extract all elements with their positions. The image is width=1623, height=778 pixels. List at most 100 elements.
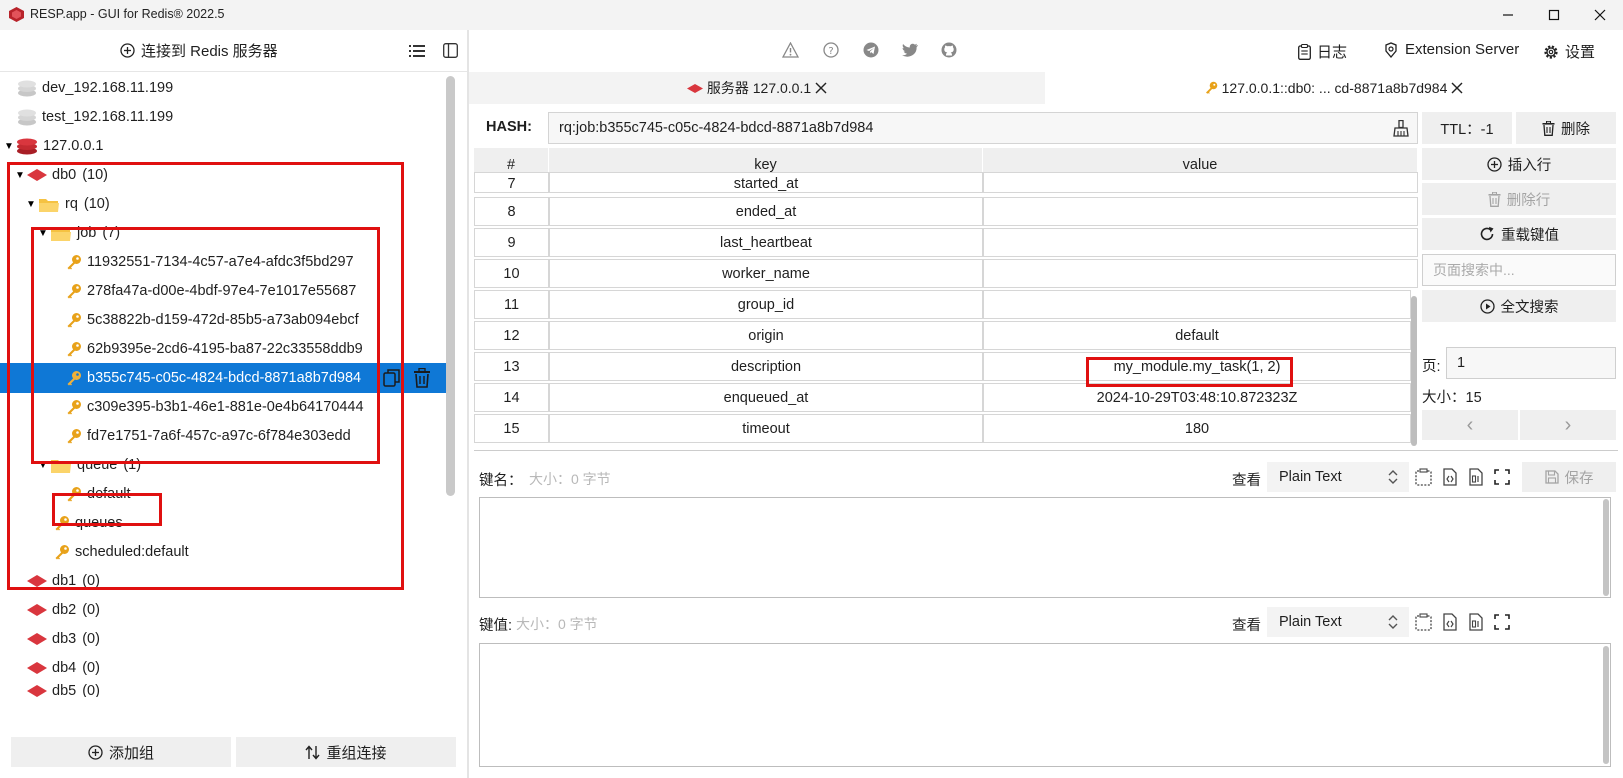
- help-icon[interactable]: ?: [823, 42, 839, 58]
- key-value-editor-scrollbar[interactable]: [1603, 646, 1609, 764]
- tree-db2[interactable]: db2 (0): [0, 595, 450, 625]
- next-page-button[interactable]: ›: [1520, 410, 1616, 440]
- expand-arrow-icon[interactable]: ▼: [2, 141, 16, 152]
- server-stack-icon: [17, 80, 37, 97]
- tree-db5[interactable]: db5 (0): [0, 682, 450, 697]
- table-cell-value[interactable]: [983, 228, 1418, 257]
- updown-chevron-icon: [1387, 614, 1399, 630]
- add-group-label: 添加组: [108, 744, 154, 762]
- table-cell-index[interactable]: 10: [474, 259, 549, 288]
- table-cell-index[interactable]: 7: [474, 172, 549, 193]
- github-icon[interactable]: [941, 42, 957, 58]
- twitter-icon[interactable]: [902, 43, 919, 57]
- connect-redis-button[interactable]: 连接到 Redis 服务器: [120, 40, 278, 61]
- window-title: RESP.app - GUI for Redis® 2022.5: [30, 7, 225, 21]
- code-format-icon[interactable]: [1441, 613, 1458, 631]
- table-cell-value[interactable]: 180: [983, 414, 1411, 443]
- binary-icon[interactable]: [1467, 468, 1484, 486]
- extension-server-button[interactable]: Extension Server: [1383, 41, 1519, 58]
- tab-server[interactable]: 服务器 127.0.0.1: [469, 72, 1045, 104]
- key-value-format-select[interactable]: Plain Text: [1267, 607, 1409, 637]
- table-cell-key[interactable]: last_heartbeat: [549, 228, 983, 257]
- insert-row-label: 插入行: [1507, 157, 1552, 174]
- page-search-input[interactable]: 页面搜索中...: [1422, 254, 1616, 286]
- section-divider: [474, 450, 1618, 451]
- key-name-field[interactable]: rq:job:b355c745-c05c-4824-bdcd-8871a8b7d…: [548, 112, 1418, 144]
- tree-db4[interactable]: db4 (0): [0, 653, 450, 683]
- broom-icon[interactable]: [1393, 120, 1409, 137]
- table-cell-index[interactable]: 9: [474, 228, 549, 257]
- close-window-button[interactable]: [1577, 0, 1623, 30]
- table-cell-index[interactable]: 14: [474, 383, 549, 412]
- telegram-icon[interactable]: [863, 42, 879, 58]
- fullscreen-icon[interactable]: [1494, 469, 1510, 485]
- settings-button[interactable]: 设置: [1543, 41, 1595, 62]
- table-cell-key[interactable]: started_at: [549, 172, 983, 193]
- table-cell-value[interactable]: 2024-10-29T03:48:10.872323Z: [983, 383, 1411, 412]
- add-group-button[interactable]: 添加组: [11, 737, 231, 767]
- table-cell-index[interactable]: 11: [474, 290, 549, 319]
- table-cell-index[interactable]: 12: [474, 321, 549, 350]
- table-cell-index[interactable]: 8: [474, 197, 549, 226]
- table-cell-key[interactable]: ended_at: [549, 197, 983, 226]
- prev-page-button[interactable]: ‹: [1422, 410, 1518, 440]
- ttl-button[interactable]: TTL：-1: [1422, 112, 1512, 144]
- close-tab-icon[interactable]: [815, 82, 827, 94]
- fulltext-search-label: 全文搜索: [1500, 299, 1559, 316]
- delete-row-button[interactable]: 删除行: [1422, 183, 1616, 215]
- tree-db3[interactable]: db3 (0): [0, 624, 450, 654]
- table-cell-key[interactable]: enqueued_at: [549, 383, 983, 412]
- warning-icon[interactable]: [782, 42, 799, 58]
- binary-icon[interactable]: [1467, 613, 1484, 631]
- paste-icon[interactable]: [1415, 613, 1432, 631]
- tree-scrollbar[interactable]: [446, 76, 455, 496]
- table-cell-key[interactable]: timeout: [549, 414, 983, 443]
- delete-key-button[interactable]: 删除: [1516, 112, 1616, 144]
- key-name-editor[interactable]: [479, 497, 1611, 598]
- table-cell-key[interactable]: group_id: [549, 290, 983, 319]
- db-count: (0): [82, 660, 100, 676]
- table-cell-key[interactable]: origin: [549, 321, 983, 350]
- log-button[interactable]: 日志: [1298, 41, 1347, 62]
- tree-connection-local[interactable]: ▼ 127.0.0.1: [0, 131, 450, 161]
- trash-icon[interactable]: [413, 368, 431, 388]
- page-number-input[interactable]: 1: [1446, 347, 1616, 379]
- table-cell-value[interactable]: default: [983, 321, 1411, 350]
- minimize-button[interactable]: [1485, 0, 1531, 30]
- code-format-icon[interactable]: [1441, 468, 1458, 486]
- table-cell-value[interactable]: [983, 172, 1418, 193]
- list-view-icon[interactable]: [409, 44, 425, 58]
- tree-connection-dev[interactable]: dev_192.168.11.199: [0, 73, 450, 103]
- tab-bar: 服务器 127.0.0.1 127.0.0.1::db0: ... cd-887…: [469, 72, 1623, 104]
- close-tab-icon[interactable]: [1451, 82, 1463, 94]
- save-icon: [1544, 470, 1559, 484]
- save-button[interactable]: 保存: [1522, 462, 1616, 492]
- table-scrollbar[interactable]: [1411, 296, 1417, 446]
- paste-icon[interactable]: [1415, 468, 1432, 486]
- pane-splitter[interactable]: [467, 30, 469, 778]
- db-count: (0): [82, 631, 100, 647]
- insert-row-button[interactable]: 插入行: [1422, 148, 1616, 180]
- key-name-format-select[interactable]: Plain Text: [1267, 462, 1409, 492]
- tree-connection-test[interactable]: test_192.168.11.199: [0, 102, 450, 132]
- panel-toggle-icon[interactable]: [443, 43, 458, 58]
- clipboard-icon: [1298, 43, 1311, 60]
- table-cell-index[interactable]: 13: [474, 352, 549, 381]
- fullscreen-icon[interactable]: [1494, 614, 1510, 630]
- key-name-editor-scrollbar[interactable]: [1603, 499, 1609, 596]
- maximize-button[interactable]: [1531, 0, 1577, 30]
- table-cell-key[interactable]: worker_name: [549, 259, 983, 288]
- table-cell-key[interactable]: description: [549, 352, 983, 381]
- key-value-editor[interactable]: [479, 643, 1611, 767]
- regroup-connections-button[interactable]: 重组连接: [236, 737, 456, 767]
- key-name-label: 键名：: [479, 473, 523, 489]
- tab-key[interactable]: 127.0.0.1::db0: ... cd-8871a8b7d984: [1045, 72, 1623, 104]
- reload-value-button[interactable]: 重载键值: [1422, 218, 1616, 250]
- table-cell-index[interactable]: 15: [474, 414, 549, 443]
- table-cell-value[interactable]: [983, 197, 1418, 226]
- table-cell-value[interactable]: [983, 259, 1418, 288]
- fulltext-search-button[interactable]: 全文搜索: [1422, 290, 1616, 322]
- key-type-label: HASH:: [486, 119, 532, 135]
- table-cell-value[interactable]: [983, 290, 1411, 319]
- connect-redis-label: 连接到 Redis 服务器: [141, 43, 278, 60]
